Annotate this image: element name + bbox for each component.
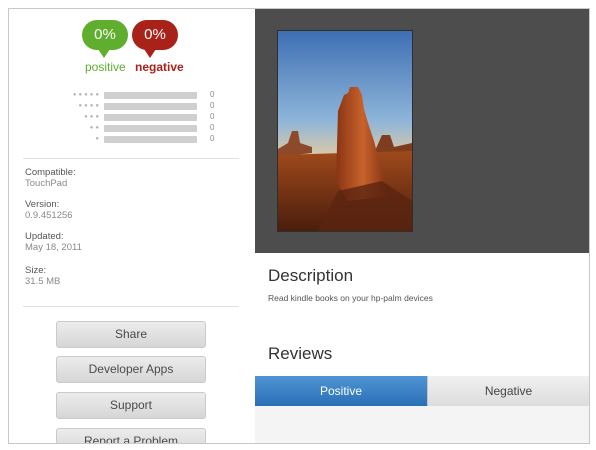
desert-butte-image: [278, 31, 412, 231]
bubble-tail: [98, 49, 110, 58]
negative-percent-bubble: 0%: [132, 20, 178, 58]
divider: [23, 306, 239, 307]
rating-bar: [104, 92, 197, 99]
tab-positive-reviews[interactable]: Positive: [255, 376, 427, 406]
description-heading: Description: [268, 266, 354, 285]
version-value: 0.9.451256: [25, 210, 73, 221]
app-details-window: 0% 0% positive negative ●●●●● 0 ●●●● 0 ●…: [8, 8, 590, 444]
share-button[interactable]: Share: [56, 321, 206, 348]
report-problem-button[interactable]: Report a Problem: [56, 428, 206, 443]
rating-bar: [104, 136, 197, 143]
positive-label: positive: [85, 60, 126, 74]
tab-negative-reviews[interactable]: Negative: [427, 376, 589, 406]
compatible-info: Compatible: TouchPad: [25, 167, 76, 189]
rating-count: 0: [210, 134, 215, 143]
positive-percent-bubble: 0%: [82, 20, 128, 58]
app-screenshot-thumbnail[interactable]: [277, 30, 413, 232]
divider: [23, 158, 239, 159]
compatible-label: Compatible:: [25, 167, 76, 178]
size-info: Size: 31.5 MB: [25, 265, 60, 287]
compatible-value: TouchPad: [25, 178, 68, 189]
left-panel: 0% 0% positive negative ●●●●● 0 ●●●● 0 ●…: [9, 9, 255, 443]
star-dots-icon: ●: [95, 136, 101, 142]
star-dots-icon: ●●: [89, 125, 101, 131]
rating-count: 0: [210, 101, 215, 110]
reviews-list-area: [255, 406, 589, 443]
positive-percent: 0%: [94, 26, 116, 43]
rating-count: 0: [210, 112, 215, 121]
updated-label: Updated:: [25, 231, 64, 242]
updated-value: May 18, 2011: [25, 242, 82, 253]
size-value: 31.5 MB: [25, 276, 61, 287]
rating-count: 0: [210, 90, 215, 99]
right-panel: Description Read kindle books on your hp…: [255, 9, 589, 443]
updated-info: Updated: May 18, 2011: [25, 231, 82, 253]
rating-bar: [104, 103, 197, 110]
rating-count: 0: [210, 123, 215, 132]
reviews-heading: Reviews: [268, 344, 333, 363]
rating-row-4-stars: ●●●● 0: [39, 101, 229, 111]
support-button[interactable]: Support: [56, 392, 206, 419]
star-dots-icon: ●●●●: [78, 103, 101, 109]
negative-label: negative: [135, 60, 184, 74]
description-text: Read kindle books on your hp-palm device…: [268, 293, 433, 303]
rating-bar: [104, 125, 197, 132]
negative-percent: 0%: [144, 26, 166, 43]
star-dots-icon: ●●●: [84, 114, 101, 120]
version-label: Version:: [25, 199, 60, 210]
size-label: Size:: [25, 265, 47, 276]
rating-row-1-star: ● 0: [39, 134, 229, 144]
developer-apps-button[interactable]: Developer Apps: [56, 356, 206, 383]
rating-bar: [104, 114, 197, 121]
rating-row-5-stars: ●●●●● 0: [39, 90, 229, 100]
rating-row-3-stars: ●●● 0: [39, 112, 229, 122]
version-info: Version: 0.9.451256: [25, 199, 73, 221]
star-dots-icon: ●●●●●: [72, 92, 101, 98]
rating-row-2-stars: ●● 0: [39, 123, 229, 133]
screenshot-gallery: [255, 9, 589, 253]
bubble-tail: [144, 49, 156, 58]
